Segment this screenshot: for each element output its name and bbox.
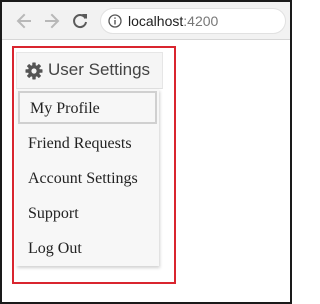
menu-item-friend-requests[interactable]: Friend Requests	[16, 126, 159, 161]
browser-toolbar: localhost:4200	[2, 2, 290, 40]
menu-item-log-out[interactable]: Log Out	[16, 231, 159, 266]
url-port: :4200	[183, 13, 219, 29]
url-text: localhost:4200	[128, 13, 218, 29]
user-settings-label: User Settings	[48, 60, 151, 79]
back-arrow-icon[interactable]	[14, 11, 34, 31]
user-settings-button[interactable]: User Settings	[16, 52, 163, 89]
menu-item-account-settings[interactable]: Account Settings	[16, 161, 159, 196]
info-icon[interactable]	[108, 14, 122, 28]
gear-icon	[25, 62, 43, 80]
user-settings-menu: My Profile Friend Requests Account Setti…	[16, 89, 159, 266]
url-host: localhost	[128, 13, 184, 29]
forward-arrow-icon[interactable]	[42, 11, 62, 31]
address-bar[interactable]: localhost:4200	[100, 8, 286, 34]
menu-item-my-profile[interactable]: My Profile	[18, 91, 157, 124]
menu-item-support[interactable]: Support	[16, 196, 159, 231]
reload-icon[interactable]	[70, 11, 90, 31]
